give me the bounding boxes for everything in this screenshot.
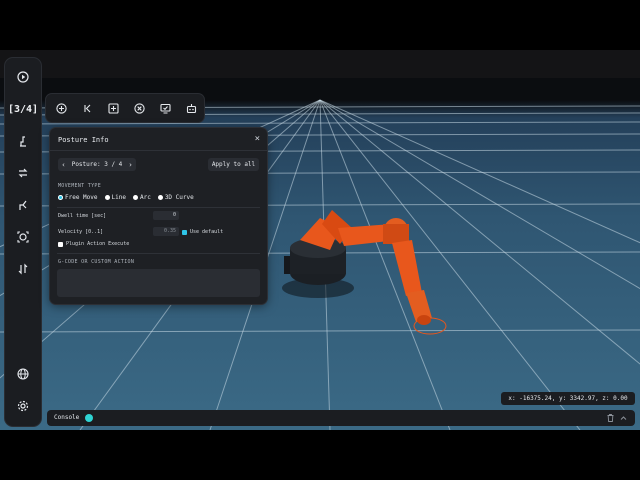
divider xyxy=(57,253,260,254)
gcode-textarea[interactable] xyxy=(57,269,260,297)
console-status-dot xyxy=(85,414,93,422)
radio-indicator xyxy=(132,195,138,200)
validate-button[interactable] xyxy=(155,98,175,118)
gear-icon xyxy=(17,400,29,412)
console-actions xyxy=(607,414,627,422)
first-posture-button[interactable] xyxy=(77,98,97,118)
transform-tool[interactable] xyxy=(5,161,41,185)
gripper-tool[interactable] xyxy=(5,193,41,217)
trash-icon[interactable] xyxy=(607,414,614,422)
radio-selected-indicator xyxy=(58,195,63,200)
swap-icon xyxy=(18,263,28,275)
play-icon xyxy=(17,71,29,83)
panel-title: Posture Info xyxy=(58,136,109,144)
velocity-input[interactable]: 0.35 xyxy=(153,227,179,236)
prev-posture-button[interactable]: ‹ xyxy=(58,158,69,171)
add-posture-button[interactable] xyxy=(51,98,71,118)
radio-indicator xyxy=(157,195,163,200)
movement-type-group: Free Move Line Arc 3D Curve xyxy=(58,194,194,201)
dwell-time-label: Dwell time [sec] xyxy=(58,213,107,219)
plugin-action-checkbox[interactable]: Plugin Action Execute xyxy=(58,241,129,247)
gcode-heading: G-CODE OR CUSTOM ACTION xyxy=(58,259,135,265)
radio-free-move[interactable]: Free Move xyxy=(58,194,98,201)
transform-icon xyxy=(18,168,28,178)
radio-label: 3D Curve xyxy=(164,194,194,201)
radio-indicator xyxy=(104,195,110,200)
checkbox-indicator xyxy=(58,241,63,247)
posture-info-panel: Posture Info × ‹ Posture: 3 / 4 › Apply … xyxy=(50,128,267,304)
checkbox-label: Plugin Action Execute xyxy=(66,241,130,247)
radio-line[interactable]: Line xyxy=(104,194,126,201)
divider xyxy=(57,207,260,208)
robot-icon xyxy=(186,103,196,113)
target-icon xyxy=(17,231,29,243)
add-square-icon xyxy=(107,102,119,114)
insert-posture-button[interactable] xyxy=(103,98,123,118)
chevron-up-icon[interactable] xyxy=(620,414,627,422)
robot-arm-icon xyxy=(20,136,26,147)
add-circle-icon xyxy=(55,102,67,114)
top-bar xyxy=(0,50,640,78)
next-posture-button[interactable]: › xyxy=(125,158,136,171)
target-tool[interactable] xyxy=(5,225,41,249)
dwell-time-input[interactable]: 0 xyxy=(153,211,179,220)
gripper-icon xyxy=(19,200,27,210)
checkbox-label: Use default xyxy=(190,229,224,235)
cancel-circle-icon xyxy=(133,102,145,114)
velocity-label: Velocity [0..1] xyxy=(58,229,104,235)
play-button[interactable] xyxy=(5,65,41,89)
posture-label: Posture: 3 / 4 xyxy=(71,161,123,168)
radio-label: Arc xyxy=(139,194,151,201)
posture-counter: [3/4] xyxy=(7,103,39,115)
robot-button[interactable] xyxy=(181,98,201,118)
left-rail: [3/4] xyxy=(5,58,41,426)
use-default-checkbox[interactable]: Use default xyxy=(182,229,223,235)
swap-tool[interactable] xyxy=(5,257,41,281)
radio-arc[interactable]: Arc xyxy=(132,194,151,201)
skip-back-icon xyxy=(83,104,90,112)
close-icon[interactable]: × xyxy=(255,134,260,144)
radio-label: Line xyxy=(111,194,126,201)
posture-toolbar xyxy=(46,94,204,122)
globe-icon xyxy=(17,368,29,380)
robot-arm[interactable] xyxy=(284,210,432,325)
globe-button[interactable] xyxy=(5,362,41,386)
checkbox-checked-indicator xyxy=(182,229,187,235)
radio-3d-curve[interactable]: 3D Curve xyxy=(157,194,194,201)
apply-to-all-button[interactable]: Apply to all xyxy=(208,158,259,171)
posture-navigator: ‹ Posture: 3 / 4 › xyxy=(58,158,136,171)
cursor-coordinates: x: -16375.24, y: 3342.97, z: 0.00 xyxy=(501,392,635,405)
console-bar[interactable]: Console xyxy=(47,410,635,426)
divider xyxy=(50,150,267,151)
movement-type-heading: MOVEMENT TYPE xyxy=(58,183,102,189)
settings-button[interactable] xyxy=(5,394,41,418)
console-label: Console xyxy=(54,414,80,421)
monitor-check-icon xyxy=(159,103,171,114)
radio-label: Free Move xyxy=(65,194,98,201)
robot-arm-tool[interactable] xyxy=(5,129,41,153)
delete-posture-button[interactable] xyxy=(129,98,149,118)
